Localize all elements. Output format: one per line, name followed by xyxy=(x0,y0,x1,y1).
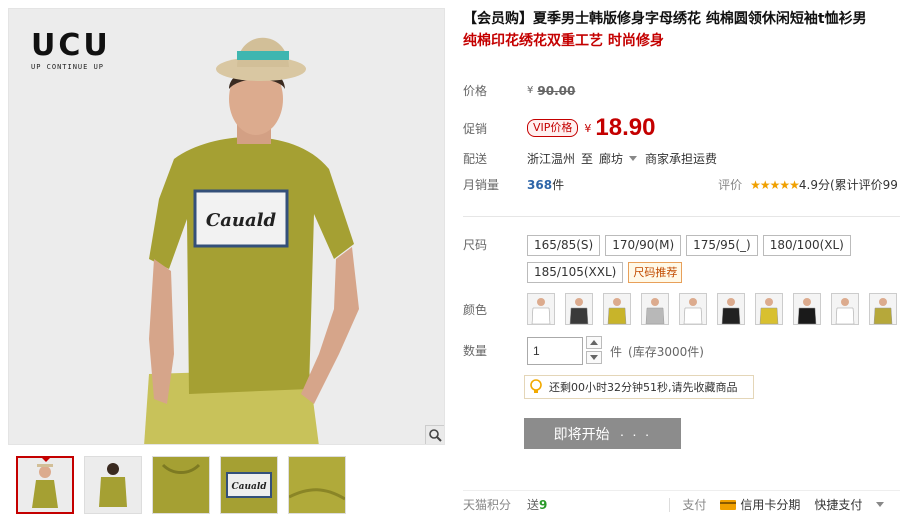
countdown-notice: 还剩00小时32分钟51秒,请先收藏商品 xyxy=(524,375,754,399)
bottom-bar: 天猫积分 送 9 支付 信用卡分期 快捷支付 xyxy=(463,490,900,518)
points-value: 9 xyxy=(539,497,548,512)
quantity-row: 数量 件 (库存3000件) xyxy=(463,336,704,366)
color-swatch[interactable] xyxy=(869,293,897,325)
product-main-image[interactable]: Cauald UCU UP CONTINUE UP xyxy=(8,8,445,445)
color-swatch[interactable] xyxy=(831,293,859,325)
thumbnail-5[interactable] xyxy=(288,456,346,514)
rating-label: 评价 xyxy=(718,178,743,192)
size-option[interactable]: 170/90(M) xyxy=(605,235,682,256)
sales-row: 月销量 368 件 评价 ★★★★★ 4.9分(累计评价99 xyxy=(463,176,900,193)
decrease-icon[interactable] xyxy=(586,351,602,364)
tshirt-icon xyxy=(759,298,779,324)
color-swatch[interactable] xyxy=(793,293,821,325)
shirt-print-text: Cauald xyxy=(206,210,277,231)
increase-icon[interactable] xyxy=(586,336,602,349)
original-price: 90.00 xyxy=(537,83,576,98)
divider xyxy=(463,216,900,217)
rating-stars-icon: ★★★★★ xyxy=(750,177,800,192)
quantity-unit: 件 xyxy=(610,344,623,359)
points-prefix: 送 xyxy=(527,498,540,512)
zoom-icon[interactable] xyxy=(425,425,444,444)
size-option[interactable]: 165/85(S) xyxy=(527,235,601,256)
size-option[interactable]: 175/95(_) xyxy=(686,235,758,256)
color-swatch[interactable] xyxy=(717,293,745,325)
color-swatch[interactable] xyxy=(755,293,783,325)
product-info-panel: 【会员购】夏季男士韩版修身字母绣花 纯棉圆领休闲短袖t恤衫男 纯棉印花绣花双重工… xyxy=(463,8,900,52)
tshirt-icon xyxy=(797,298,817,324)
shipping-row: 配送 浙江温州 至 廊坊 商家承担运费 xyxy=(463,150,717,167)
promo-price-currency: ¥ xyxy=(584,121,592,135)
tshirt-icon xyxy=(683,298,703,324)
thumbnail-3[interactable] xyxy=(152,456,210,514)
chevron-down-icon[interactable] xyxy=(876,502,885,507)
buy-button-dots: · · · xyxy=(619,425,652,442)
brand-logo: UCU UP CONTINUE UP xyxy=(31,28,111,72)
payment-label: 支付 xyxy=(682,498,707,512)
model-photo: Cauald xyxy=(9,9,444,444)
brand-tagline: UP CONTINUE UP xyxy=(31,63,105,71)
tshirt-icon xyxy=(569,298,589,324)
tshirt-icon xyxy=(835,298,855,324)
thumbnail-print-text: Cauald xyxy=(231,482,267,492)
tshirt-icon xyxy=(721,298,741,324)
thumbnail-2[interactable] xyxy=(84,456,142,514)
ship-to-selector[interactable]: 廊坊 xyxy=(599,150,623,167)
credit-card-icon xyxy=(720,499,737,511)
thumbnail-1[interactable] xyxy=(16,456,74,514)
quantity-input[interactable] xyxy=(527,337,583,365)
original-price-currency: ¥ xyxy=(527,85,534,96)
color-label: 颜色 xyxy=(463,302,488,317)
thumbnail-4[interactable]: Cauald xyxy=(220,456,278,514)
active-thumbnail-marker xyxy=(40,458,52,462)
chevron-down-icon[interactable] xyxy=(629,156,638,161)
quick-pay-option[interactable]: 快捷支付 xyxy=(814,496,862,513)
countdown-text: 还剩00小时32分钟51秒,请先收藏商品 xyxy=(549,381,738,394)
tmall-points-label: 天猫积分 xyxy=(463,498,512,512)
ship-to-word: 至 xyxy=(581,152,594,166)
installment-option[interactable]: 信用卡分期 xyxy=(740,496,800,513)
tshirt-icon xyxy=(645,298,665,324)
original-price-row: 价格 ¥ 90.00 xyxy=(463,82,575,99)
size-options: 165/85(S) 170/90(M) 175/95(_) 180/100(XL) 18… xyxy=(527,235,857,289)
size-row: 尺码 165/85(S) 170/90(M) 175/95(_) 180/100(XL… xyxy=(463,235,857,289)
vip-price-badge: VIP价格 xyxy=(527,119,579,137)
quantity-stepper xyxy=(586,336,602,366)
divider xyxy=(669,497,671,512)
coming-soon-button[interactable]: 即将开始 · · · xyxy=(524,418,681,449)
tshirt-icon xyxy=(873,298,893,324)
tshirt-icon xyxy=(531,298,551,324)
size-option[interactable]: 185/105(XXL) xyxy=(527,262,624,283)
ship-from: 浙江温州 xyxy=(527,152,576,166)
buy-button-label: 即将开始 xyxy=(553,425,610,442)
shipping-label: 配送 xyxy=(463,152,488,166)
monthly-sales-count: 368 xyxy=(527,177,553,192)
shipping-fee: 商家承担运费 xyxy=(645,152,718,166)
quantity-label: 数量 xyxy=(463,344,488,358)
promo-price: 18.90 xyxy=(595,114,656,141)
size-label: 尺码 xyxy=(463,238,488,252)
brand-name: UCU xyxy=(31,28,111,63)
promo-price-row: 促销 VIP价格 ¥ 18.90 xyxy=(463,114,655,142)
rating-score[interactable]: 4.9分(累计评价99 xyxy=(799,176,898,193)
size-option[interactable]: 180/100(XL) xyxy=(762,235,851,256)
promo-label: 促销 xyxy=(463,121,488,136)
color-swatch[interactable] xyxy=(641,293,669,325)
monthly-sales-label: 月销量 xyxy=(463,178,500,192)
price-label: 价格 xyxy=(463,84,488,98)
color-swatch[interactable] xyxy=(565,293,593,325)
color-swatches xyxy=(527,293,900,325)
lightbulb-icon xyxy=(529,379,543,395)
color-row: 颜色 xyxy=(463,293,900,325)
color-swatch[interactable] xyxy=(603,293,631,325)
color-swatch[interactable] xyxy=(527,293,555,325)
tshirt-icon xyxy=(607,298,627,324)
monthly-sales-unit: 件 xyxy=(552,178,565,192)
product-subtitle: 纯棉印花绣花双重工艺 时尚修身 xyxy=(463,33,664,49)
product-title: 【会员购】夏季男士韩版修身字母绣花 纯棉圆领休闲短袖t恤衫男 xyxy=(463,11,867,27)
thumbnail-strip: Cauald xyxy=(16,456,346,514)
stock-count: (库存3000件) xyxy=(628,344,704,359)
color-swatch[interactable] xyxy=(679,293,707,325)
size-recommend-button[interactable]: 尺码推荐 xyxy=(628,262,683,283)
